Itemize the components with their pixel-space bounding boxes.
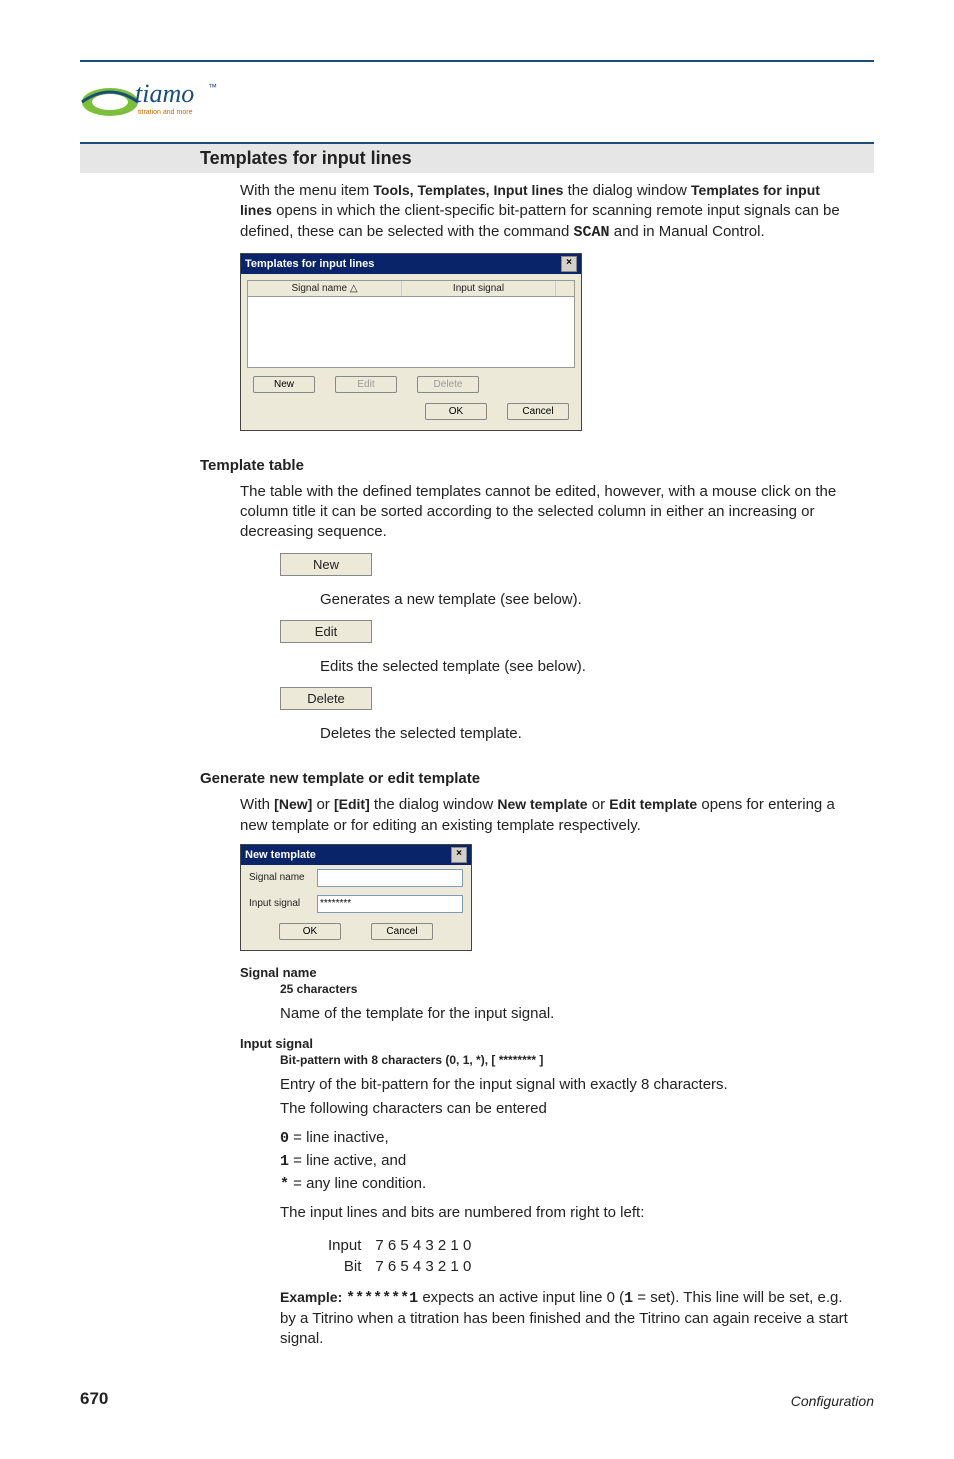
generate-edit-desc: With [New] or [Edit] the dialog window N…: [240, 795, 854, 836]
svg-text:tiamo: tiamo: [135, 79, 194, 108]
edit-button-sample: Edit: [280, 620, 372, 643]
templates-dialog: Templates for input lines × Signal name …: [240, 253, 582, 431]
new-button[interactable]: New: [253, 376, 315, 393]
char-star: * = any line condition.: [280, 1174, 854, 1195]
char-0: 0 = line inactive,: [280, 1128, 854, 1149]
table-body-empty: [248, 297, 574, 367]
dialog-title: Templates for input lines: [245, 258, 374, 270]
page-number: 670: [80, 1389, 108, 1409]
svg-text:™: ™: [208, 82, 217, 92]
signal-name-input[interactable]: [317, 869, 463, 887]
subheading-generate-edit: Generate new template or edit template: [200, 770, 874, 787]
new-template-dialog: New template × Signal name Input signal …: [240, 844, 472, 951]
bit-number-table: Input7 6 5 4 3 2 1 0 Bit7 6 5 4 3 2 1 0: [320, 1234, 479, 1278]
input-signal-label: Input signal: [249, 898, 311, 909]
section-heading: Templates for input lines: [80, 142, 874, 173]
dialog-title: New template: [245, 849, 316, 861]
intro-paragraph: With the menu item Tools, Templates, Inp…: [240, 181, 854, 243]
input-signal-desc1: Entry of the bit-pattern for the input s…: [280, 1075, 854, 1095]
column-input-signal[interactable]: Input signal: [402, 281, 556, 296]
template-table-desc: The table with the defined templates can…: [240, 482, 854, 543]
field-constraint-input-signal: Bit-pattern with 8 characters (0, 1, *),…: [280, 1053, 874, 1067]
column-signal-name[interactable]: Signal name △: [248, 281, 402, 296]
field-constraint-signal-name: 25 characters: [280, 982, 874, 996]
signal-name-label: Signal name: [249, 872, 311, 883]
example-paragraph: Example: *******1 expects an active inpu…: [280, 1288, 854, 1350]
signal-name-desc: Name of the template for the input signa…: [280, 1004, 854, 1024]
delete-button-sample: Delete: [280, 687, 372, 710]
input-signal-input[interactable]: [317, 895, 463, 913]
logo: tiamo ™ titration and more: [80, 72, 874, 122]
svg-text:titration and more: titration and more: [138, 109, 193, 116]
cancel-button[interactable]: Cancel: [371, 923, 433, 940]
char-1: 1 = line active, and: [280, 1151, 854, 1172]
scrollbar-gutter: [556, 281, 574, 296]
new-button-sample: New: [280, 553, 372, 576]
delete-desc: Deletes the selected template.: [320, 724, 874, 744]
edit-button[interactable]: Edit: [335, 376, 397, 393]
new-desc: Generates a new template (see below).: [320, 590, 874, 610]
subheading-template-table: Template table: [200, 457, 874, 474]
field-label-signal-name: Signal name: [240, 965, 874, 980]
edit-desc: Edits the selected template (see below).: [320, 657, 874, 677]
field-label-input-signal: Input signal: [240, 1036, 874, 1051]
ok-button[interactable]: OK: [425, 403, 487, 420]
ok-button[interactable]: OK: [279, 923, 341, 940]
input-signal-desc2: The following characters can be entered: [280, 1099, 854, 1119]
close-icon[interactable]: ×: [561, 256, 577, 272]
input-signal-desc3: The input lines and bits are numbered fr…: [280, 1203, 854, 1223]
delete-button[interactable]: Delete: [417, 376, 479, 393]
cancel-button[interactable]: Cancel: [507, 403, 569, 420]
close-icon[interactable]: ×: [451, 847, 467, 863]
footer-section: Configuration: [791, 1393, 874, 1409]
